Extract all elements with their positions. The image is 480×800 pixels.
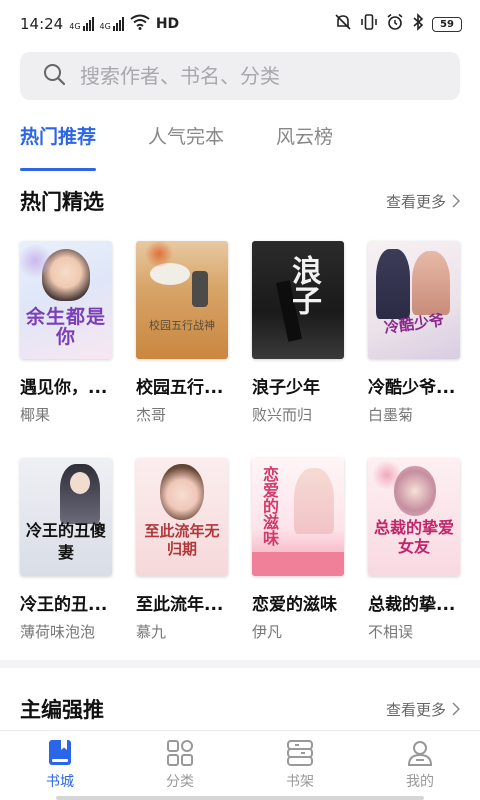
book-icon: [49, 740, 71, 765]
book-cover[interactable]: 至此流年无归期: [136, 458, 228, 576]
top-tabs: 热门推荐 人气完本 风云榜: [20, 122, 333, 171]
book-card[interactable]: 浪子 浪子少年 败兴而归: [252, 241, 352, 425]
book-title[interactable]: 恋爱的滋味: [252, 590, 352, 615]
nav-category[interactable]: 分类: [120, 731, 240, 800]
section-divider: [0, 660, 480, 668]
book-cover[interactable]: 浪子: [252, 241, 344, 359]
user-icon: [407, 741, 433, 766]
book-author: 不相误: [368, 623, 414, 641]
book-card[interactable]: 恋爱的滋味 恋爱的滋味 伊凡: [252, 458, 352, 642]
nav-label: 分类: [166, 774, 194, 790]
tab-hot-recommend[interactable]: 热门推荐: [20, 122, 97, 171]
book-card[interactable]: 余生都是你 遇见你，... 椰果: [20, 241, 120, 425]
book-title[interactable]: 校园五行...: [136, 373, 236, 398]
grid-icon: [167, 740, 193, 766]
wifi-icon: [130, 14, 150, 34]
book-grid-row-1: 余生都是你 遇见你，... 椰果 校园五行战神 校园五行... 杰哥 浪子 浪子…: [20, 241, 460, 425]
mute-icon: [334, 13, 352, 35]
signal-icon-2: 4G: [100, 17, 124, 31]
see-more-label: 查看更多: [385, 700, 446, 719]
status-right: 59: [334, 13, 462, 35]
status-time: 14:24: [20, 15, 64, 33]
see-more-button[interactable]: 查看更多: [386, 699, 460, 720]
status-left: 14:24 4G 4G HD: [20, 14, 179, 34]
book-card[interactable]: 至此流年无归期 至此流年... 慕九: [136, 458, 236, 642]
nav-label: 我的: [406, 774, 434, 790]
bluetooth-icon: [412, 13, 424, 35]
section-editor-picks-header: 主编强推 查看更多: [20, 694, 460, 724]
book-cover[interactable]: 校园五行战神: [136, 241, 228, 359]
book-author: 椰果: [20, 406, 51, 424]
alarm-icon: [386, 13, 404, 35]
nav-label: 书架: [286, 774, 314, 790]
shelf-icon: [287, 740, 313, 766]
book-card[interactable]: 总裁的挚爱女友 总裁的挚... 不相误: [368, 458, 468, 642]
book-author: 慕九: [136, 623, 167, 641]
book-card[interactable]: 冷王的丑傻妻 冷王的丑... 薄荷味泡泡: [20, 458, 120, 642]
book-title[interactable]: 遇见你，...: [20, 373, 120, 398]
book-cover[interactable]: 冷酷少爷: [368, 241, 460, 359]
book-author: 杰哥: [136, 406, 167, 424]
tab-ranking[interactable]: 风云榜: [276, 122, 333, 162]
battery-icon: 59: [432, 16, 462, 32]
nav-mine[interactable]: 我的: [360, 731, 480, 800]
status-bar: 14:24 4G 4G HD 59: [0, 0, 480, 48]
book-cover[interactable]: 冷王的丑傻妻: [20, 458, 112, 576]
search-icon: [42, 62, 66, 90]
section-hot-picks-header: 热门精选 查看更多: [20, 186, 460, 216]
section-title: 热门精选: [20, 190, 104, 214]
book-title[interactable]: 冷酷少爷...: [368, 373, 468, 398]
book-cover[interactable]: 余生都是你: [20, 241, 112, 359]
home-indicator[interactable]: [56, 796, 424, 800]
book-card[interactable]: 冷酷少爷 冷酷少爷... 白墨菊: [368, 241, 468, 425]
signal-icon: 4G: [69, 17, 94, 31]
nav-bookstore[interactable]: 书城: [0, 731, 120, 800]
see-more-label: 查看更多: [385, 192, 446, 211]
vibrate-icon: [360, 13, 378, 35]
book-title[interactable]: 浪子少年: [252, 373, 352, 398]
book-author: 败兴而归: [252, 406, 313, 424]
book-card[interactable]: 校园五行战神 校园五行... 杰哥: [136, 241, 236, 425]
nav-label: 书城: [46, 774, 74, 790]
nav-bookshelf[interactable]: 书架: [240, 731, 360, 800]
search-bar[interactable]: [20, 52, 460, 100]
chevron-right-icon: [452, 702, 460, 716]
book-cover[interactable]: 恋爱的滋味: [252, 458, 344, 576]
book-author: 白墨菊: [368, 406, 414, 424]
chevron-right-icon: [452, 194, 460, 208]
book-title[interactable]: 冷王的丑...: [20, 590, 120, 615]
book-title[interactable]: 总裁的挚...: [368, 590, 468, 615]
hd-badge: HD: [155, 16, 180, 32]
tab-popular-complete[interactable]: 人气完本: [148, 122, 224, 162]
book-title[interactable]: 至此流年...: [136, 590, 236, 615]
bottom-nav: 书城 分类 书架 我的: [0, 730, 480, 800]
book-author: 伊凡: [252, 623, 283, 641]
search-input[interactable]: [80, 64, 440, 88]
section-title: 主编强推: [20, 698, 104, 722]
book-author: 薄荷味泡泡: [20, 623, 96, 641]
see-more-button[interactable]: 查看更多: [386, 191, 460, 212]
book-grid-row-2: 冷王的丑傻妻 冷王的丑... 薄荷味泡泡 至此流年无归期 至此流年... 慕九 …: [20, 458, 460, 642]
book-cover[interactable]: 总裁的挚爱女友: [368, 458, 460, 576]
